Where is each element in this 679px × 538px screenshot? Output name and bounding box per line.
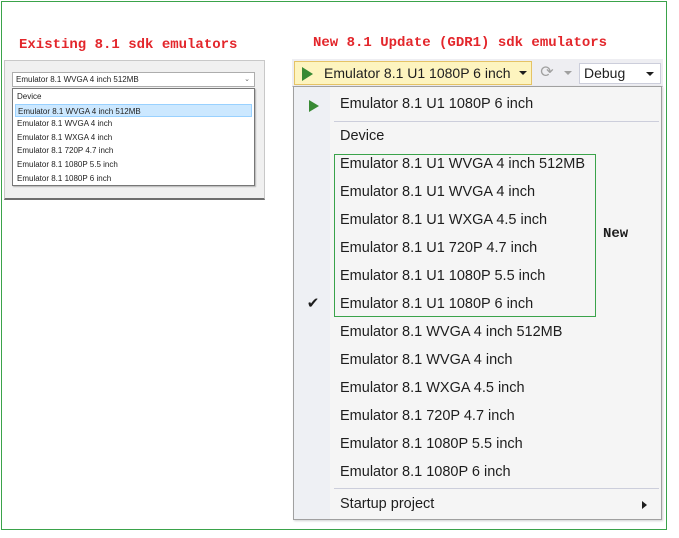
new-emulators-highlight-box <box>334 154 596 317</box>
dropdown-caret-icon <box>646 72 654 76</box>
old-list-item[interactable]: Emulator 8.1 1080P 5.5 inch <box>15 158 252 172</box>
menu-separator <box>334 488 659 489</box>
menu-item-label: Emulator 8.1 WVGA 4 inch 512MB <box>340 324 563 340</box>
vs-toolbar: Emulator 8.1 U1 1080P 6 inch ⟳ Debug <box>292 59 663 87</box>
play-icon <box>302 67 313 81</box>
old-list-item-device[interactable]: Device <box>15 90 252 104</box>
menu-item-recent[interactable]: Emulator 8.1 U1 1080P 6 inch <box>294 91 661 119</box>
menu-item-emulator[interactable]: Emulator 8.1 WVGA 4 inch 512MB <box>294 319 661 347</box>
run-target-label: Emulator 8.1 U1 1080P 6 inch <box>324 65 511 81</box>
old-combo-value: Emulator 8.1 WVGA 4 inch 512MB <box>16 75 139 84</box>
play-icon <box>309 100 319 112</box>
menu-item-emulator[interactable]: Emulator 8.1 WXGA 4.5 inch <box>294 375 661 403</box>
dropdown-caret-icon[interactable] <box>519 71 527 75</box>
menu-item-device[interactable]: Device <box>294 123 661 151</box>
new-badge-label: New <box>603 226 629 242</box>
configuration-value: Debug <box>584 65 626 81</box>
run-target-button[interactable]: Emulator 8.1 U1 1080P 6 inch <box>294 61 532 85</box>
checkmark-icon: ✔ <box>306 295 320 312</box>
old-list-item[interactable]: Emulator 8.1 WVGA 4 inch <box>15 117 252 131</box>
menu-item-label: Emulator 8.1 WXGA 4.5 inch <box>340 380 525 396</box>
menu-item-emulator[interactable]: Emulator 8.1 WVGA 4 inch <box>294 347 661 375</box>
new-emulators-caption: New 8.1 Update (GDR1) sdk emulators <box>313 35 608 51</box>
menu-separator <box>334 121 659 122</box>
menu-item-emulator[interactable]: Emulator 8.1 720P 4.7 inch <box>294 403 661 431</box>
chevron-down-icon: ⌄ <box>244 76 250 83</box>
menu-item-label: Startup project <box>340 496 435 512</box>
existing-emulators-caption: Existing 8.1 sdk emulators <box>19 37 238 53</box>
menu-item-label: Emulator 8.1 1080P 5.5 inch <box>340 436 523 452</box>
refresh-icon[interactable]: ⟳ <box>536 62 558 84</box>
dropdown-caret-icon[interactable] <box>564 71 572 75</box>
menu-item-label: Emulator 8.1 U1 1080P 6 inch <box>340 96 534 112</box>
menu-item-startup-project[interactable]: Startup project <box>294 491 661 519</box>
menu-item-label: Emulator 8.1 720P 4.7 inch <box>340 408 515 424</box>
configuration-select[interactable]: Debug <box>579 63 661 84</box>
old-list-item[interactable]: Emulator 8.1 1080P 6 inch <box>15 172 252 186</box>
old-device-combo[interactable]: Emulator 8.1 WVGA 4 inch 512MB ⌄ <box>12 72 255 87</box>
old-sdk-screenshot: Emulator 8.1 WVGA 4 inch 512MB ⌄ Device … <box>4 60 265 200</box>
menu-item-label: Device <box>340 128 385 144</box>
old-list-item[interactable]: Emulator 8.1 WXGA 4 inch <box>15 131 252 145</box>
old-device-list: Device Emulator 8.1 WVGA 4 inch 512MB Em… <box>12 88 255 186</box>
old-list-item-selected[interactable]: Emulator 8.1 WVGA 4 inch 512MB <box>15 103 252 118</box>
menu-item-label: Emulator 8.1 WVGA 4 inch <box>340 352 513 368</box>
menu-item-emulator[interactable]: Emulator 8.1 1080P 6 inch <box>294 459 661 487</box>
submenu-arrow-icon <box>642 501 647 509</box>
old-list-item[interactable]: Emulator 8.1 720P 4.7 inch <box>15 144 252 158</box>
menu-item-emulator[interactable]: Emulator 8.1 1080P 5.5 inch <box>294 431 661 459</box>
menu-item-label: Emulator 8.1 1080P 6 inch <box>340 464 511 480</box>
